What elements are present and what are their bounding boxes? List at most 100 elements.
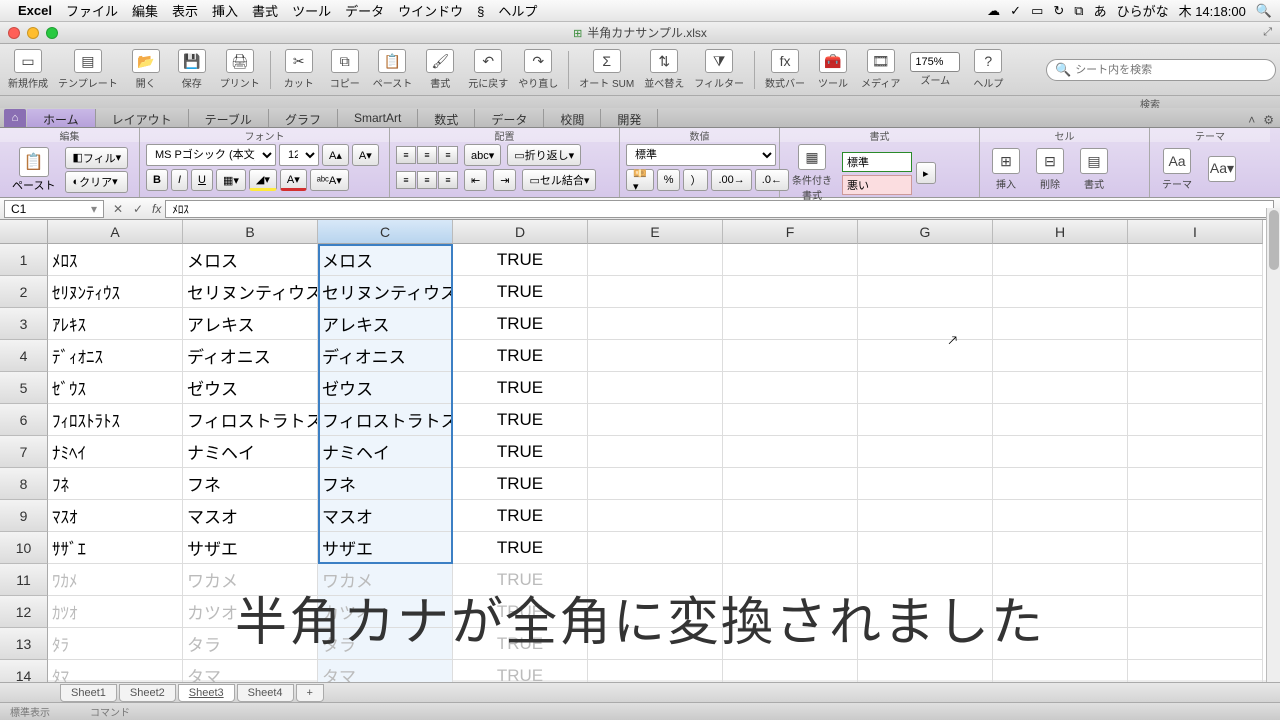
cell-C13[interactable]: タラ	[318, 628, 453, 660]
help-button[interactable]: ?ヘルプ	[966, 46, 1010, 94]
cell-I5[interactable]	[1128, 372, 1263, 404]
menu-挿入[interactable]: 挿入	[212, 4, 238, 19]
indent-dec-button[interactable]: ⇤	[464, 169, 487, 191]
cell-B13[interactable]: タラ	[183, 628, 318, 660]
ribbon-settings-icon[interactable]: ⚙	[1263, 113, 1274, 127]
vertical-scrollbar[interactable]	[1266, 208, 1280, 682]
cell-G1[interactable]	[858, 244, 993, 276]
cell-G5[interactable]	[858, 372, 993, 404]
col-header-D[interactable]: D	[453, 220, 588, 244]
toolbar-並べ替え[interactable]: ⇅並べ替え	[640, 46, 688, 94]
cell-B1[interactable]: メロス	[183, 244, 318, 276]
bluetooth-icon[interactable]: ⧉	[1074, 3, 1083, 19]
ribbon-tab-校閲[interactable]: 校閲	[544, 109, 601, 127]
border-button[interactable]: ▦▾	[216, 169, 246, 191]
cell-H7[interactable]	[993, 436, 1128, 468]
cell-B4[interactable]: ディオニス	[183, 340, 318, 372]
menu-ツール[interactable]: ツール	[292, 4, 331, 19]
ribbon-tab-数式[interactable]: 数式	[418, 109, 475, 127]
toolbar-数式バー[interactable]: fx数式バー	[761, 46, 809, 94]
cell-A7[interactable]: ﾅﾐﾍｲ	[48, 436, 183, 468]
cell-E9[interactable]	[588, 500, 723, 532]
toolbar-ツール[interactable]: 🧰ツール	[811, 46, 855, 94]
cell-I12[interactable]	[1128, 596, 1263, 628]
col-header-C[interactable]: C	[318, 220, 453, 244]
paste-button[interactable]: 📋ペースト	[6, 145, 61, 195]
cell-E8[interactable]	[588, 468, 723, 500]
ribbon-tab-グラフ[interactable]: グラフ	[269, 109, 338, 127]
cell-F10[interactable]	[723, 532, 858, 564]
theme-fonts-button[interactable]: Aa▾	[1202, 156, 1242, 184]
cell-C2[interactable]: セリヌンティウス	[318, 276, 453, 308]
timemachine-icon[interactable]: ↻	[1053, 3, 1064, 19]
row-header-12[interactable]: 12	[0, 596, 48, 628]
sheet-tab-Sheet4[interactable]: Sheet4	[237, 684, 294, 702]
col-header-F[interactable]: F	[723, 220, 858, 244]
toolbar-開く[interactable]: 📂開く	[124, 46, 168, 94]
cell-B5[interactable]: ゼウス	[183, 372, 318, 404]
search-box[interactable]: 🔍	[1046, 59, 1276, 81]
name-box[interactable]: C1▾	[4, 200, 104, 218]
ime-mode[interactable]: ひらがな	[1117, 1, 1169, 20]
zoom-window-button[interactable]	[46, 27, 58, 39]
cell-F9[interactable]	[723, 500, 858, 532]
row-header-7[interactable]: 7	[0, 436, 48, 468]
cell-E2[interactable]	[588, 276, 723, 308]
cell-B10[interactable]: サザエ	[183, 532, 318, 564]
cell-I1[interactable]	[1128, 244, 1263, 276]
cell-C8[interactable]: フネ	[318, 468, 453, 500]
cell-E13[interactable]	[588, 628, 723, 660]
cell-D11[interactable]: TRUE	[453, 564, 588, 596]
cell-B11[interactable]: ワカメ	[183, 564, 318, 596]
cell-D5[interactable]: TRUE	[453, 372, 588, 404]
cell-H6[interactable]	[993, 404, 1128, 436]
toolbar-やり直し[interactable]: ↷やり直し	[514, 46, 562, 94]
percent-button[interactable]: %	[657, 169, 681, 191]
ribbon-tab-SmartArt[interactable]: SmartArt	[338, 109, 418, 127]
cell-A6[interactable]: ﾌｨﾛｽﾄﾗﾄｽ	[48, 404, 183, 436]
cell-I6[interactable]	[1128, 404, 1263, 436]
col-header-G[interactable]: G	[858, 220, 993, 244]
cell-E12[interactable]	[588, 596, 723, 628]
cell-D12[interactable]: TRUE	[453, 596, 588, 628]
cell-G9[interactable]	[858, 500, 993, 532]
sheet-tab-Sheet1[interactable]: Sheet1	[60, 684, 117, 702]
cell-F7[interactable]	[723, 436, 858, 468]
cell-G13[interactable]	[858, 628, 993, 660]
cell-C4[interactable]: ディオニス	[318, 340, 453, 372]
indent-inc-button[interactable]: ⇥	[493, 169, 516, 191]
cell-I4[interactable]	[1128, 340, 1263, 372]
cell-B3[interactable]: アレキス	[183, 308, 318, 340]
style-normal[interactable]: 標準	[842, 152, 912, 172]
cell-I9[interactable]	[1128, 500, 1263, 532]
currency-button[interactable]: 💴▾	[626, 169, 654, 191]
cell-G7[interactable]	[858, 436, 993, 468]
cell-F11[interactable]	[723, 564, 858, 596]
cell-E1[interactable]	[588, 244, 723, 276]
cell-C9[interactable]: マスオ	[318, 500, 453, 532]
cell-H12[interactable]	[993, 596, 1128, 628]
cell-C11[interactable]: ワカメ	[318, 564, 453, 596]
cell-H2[interactable]	[993, 276, 1128, 308]
app-name[interactable]: Excel	[18, 3, 52, 18]
bold-button[interactable]: B	[146, 169, 168, 191]
ime-icon[interactable]: あ	[1094, 1, 1107, 20]
style-bad[interactable]: 悪い	[842, 175, 912, 195]
row-header-13[interactable]: 13	[0, 628, 48, 660]
cell-E11[interactable]	[588, 564, 723, 596]
col-header-A[interactable]: A	[48, 220, 183, 244]
row-header-6[interactable]: 6	[0, 404, 48, 436]
cell-F5[interactable]	[723, 372, 858, 404]
home-tab-icon[interactable]: ⌂	[4, 109, 26, 127]
grow-font-button[interactable]: A▴	[322, 144, 349, 166]
cell-B8[interactable]: フネ	[183, 468, 318, 500]
row-header-8[interactable]: 8	[0, 468, 48, 500]
cell-D4[interactable]: TRUE	[453, 340, 588, 372]
cell-F6[interactable]	[723, 404, 858, 436]
cell-H3[interactable]	[993, 308, 1128, 340]
menu-データ[interactable]: データ	[345, 4, 384, 19]
cell-I10[interactable]	[1128, 532, 1263, 564]
cell-B2[interactable]: セリヌンティウス	[183, 276, 318, 308]
merge-button[interactable]: ▭ セル結合 ▾	[522, 169, 596, 191]
toolbar-保存[interactable]: 💾保存	[170, 46, 214, 94]
